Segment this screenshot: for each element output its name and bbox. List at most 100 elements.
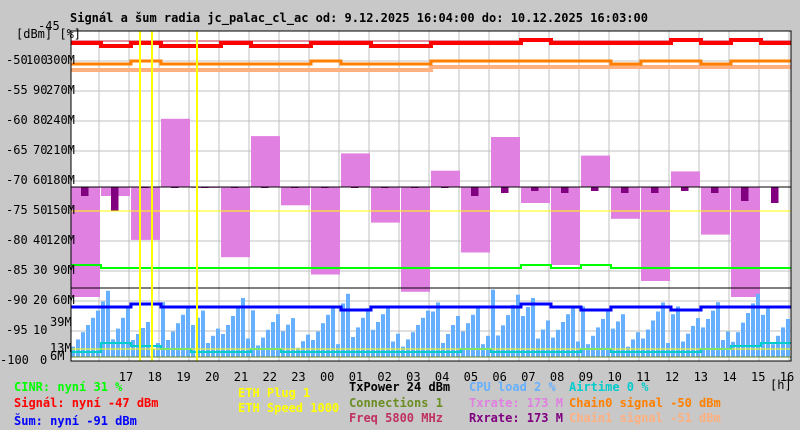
cpu-load-bar xyxy=(656,311,660,357)
cpu-load-bar xyxy=(261,337,265,357)
y-tick-dbm: -55 xyxy=(6,83,28,97)
cpu-load-bar xyxy=(521,316,525,357)
cpu-load-bar xyxy=(326,314,330,357)
rxrate-bar xyxy=(711,187,719,193)
y-tick-rate: 240M xyxy=(46,113,75,127)
y-tick-dbm: -90 xyxy=(6,293,28,307)
txrate-bar xyxy=(671,171,700,187)
legend-chain1: Chain1 signal -51 dBm xyxy=(569,411,721,425)
legend-airtime: Airtime 0 % xyxy=(569,380,649,394)
cpu-load-bar xyxy=(221,334,225,357)
x-tick-label: 15 xyxy=(751,370,765,384)
legend-txpower: TxPower 24 dBm xyxy=(349,380,451,394)
legend-connections: Connections 1 xyxy=(349,396,443,410)
rxrate-bar xyxy=(471,187,479,196)
rxrate-bar xyxy=(561,187,569,193)
y-tick-dbm: -60 xyxy=(6,113,28,127)
cpu-load-bar xyxy=(746,313,750,357)
cpu-load-bar xyxy=(76,339,80,357)
cpu-load-bar xyxy=(106,290,110,357)
txrate-bar xyxy=(371,187,400,223)
cpu-load-bar xyxy=(351,337,355,357)
cpu-load-bar xyxy=(776,335,780,357)
legend-cpu: CPU load 2 % xyxy=(469,380,556,394)
cpu-load-bar xyxy=(441,343,445,357)
x-tick-label: 14 xyxy=(722,370,736,384)
y-tick-dbm: -65 xyxy=(6,143,28,157)
cpu-load-bar xyxy=(631,339,635,357)
cpu-load-bar xyxy=(426,310,430,357)
cpu-load-bar xyxy=(486,335,490,357)
cpu-load-bar xyxy=(706,319,710,357)
cpu-load-bar xyxy=(496,335,500,357)
cpu-load-bar xyxy=(256,345,260,357)
legend-txrate: Txrate: 173 M xyxy=(469,396,563,410)
cpu-load-bar xyxy=(146,322,150,357)
cpu-load-bar xyxy=(641,338,645,357)
y-tick-pct: 20 xyxy=(33,293,48,307)
y-tick-dbm: -85 xyxy=(6,263,28,277)
cpu-load-bar xyxy=(686,333,690,357)
cpu-load-bar xyxy=(466,323,470,357)
cpu-load-bar xyxy=(141,328,145,357)
x-tick-label: 13 xyxy=(694,370,708,384)
y-tick-rate: 300M xyxy=(46,53,75,67)
rate-label-39m: 39M xyxy=(50,315,72,329)
cpu-load-bar xyxy=(761,314,765,357)
legend-signal: Signál: nyní -47 dBm xyxy=(14,396,159,410)
cpu-load-bar xyxy=(516,294,520,357)
cpu-load-bar xyxy=(461,331,465,357)
chart-root: Signál a šum radia jc_palac_cl_ac od: 9.… xyxy=(0,0,800,430)
cpu-load-bar xyxy=(336,344,340,357)
y-tick-dbm: -75 xyxy=(6,203,28,217)
x-tick-label: 23 xyxy=(291,370,305,384)
y-tick-rate: 120M xyxy=(46,233,75,247)
cpu-load-bar xyxy=(621,314,625,357)
y-tick-rate: 270M xyxy=(46,83,75,97)
cpu-load-bar xyxy=(531,298,535,357)
txrate-bar xyxy=(401,187,430,292)
cpu-load-bar xyxy=(316,331,320,357)
rxrate-bar xyxy=(591,187,599,191)
cpu-load-bar xyxy=(756,293,760,357)
txrate-bar xyxy=(431,170,460,187)
rxrate-bar xyxy=(681,187,689,191)
x-tick-label: 00 xyxy=(320,370,334,384)
cpu-load-bar xyxy=(671,314,675,357)
cpu-load-bar xyxy=(601,319,605,357)
txrate-bar xyxy=(731,187,760,297)
cpu-load-bar xyxy=(771,344,775,357)
txrate-bar xyxy=(311,187,340,275)
cpu-load-bar xyxy=(201,310,205,357)
rxrate-bar xyxy=(501,187,509,193)
y-tick-rate: 150M xyxy=(46,203,75,217)
y-tick-dbm: -45 xyxy=(38,19,60,33)
cpu-load-bar xyxy=(176,323,180,357)
cpu-load-bar xyxy=(306,334,310,357)
cpu-load-bar xyxy=(456,316,460,357)
cpu-load-bar xyxy=(396,333,400,357)
legend-eth-plug: ETH Plug 1 xyxy=(238,386,311,400)
rxrate-bar xyxy=(621,187,629,193)
x-tick-label: 19 xyxy=(176,370,190,384)
legend-cinr: CINR: nyní 31 % xyxy=(14,380,123,394)
cpu-load-bar xyxy=(366,308,370,357)
cpu-load-bar xyxy=(536,338,540,357)
cpu-load-bar xyxy=(171,331,175,357)
legend-freq: Freq 5800 MHz xyxy=(349,411,443,425)
cpu-load-bar xyxy=(271,322,275,357)
cpu-load-bar xyxy=(281,331,285,357)
x-tick-label: 21 xyxy=(234,370,248,384)
cpu-load-bar xyxy=(276,314,280,357)
cpu-load-bar xyxy=(231,316,235,357)
rxrate-bar xyxy=(531,187,539,191)
txrate-bar xyxy=(551,187,580,265)
cpu-load-bar xyxy=(666,343,670,357)
x-tick-label: 18 xyxy=(148,370,162,384)
cpu-load-bar xyxy=(491,289,495,357)
legend-chain0: Chain0 signal -50 dBm xyxy=(569,396,721,410)
y-tick-rate: 60M xyxy=(53,293,75,307)
x-axis-unit: [h] xyxy=(770,378,792,392)
rxrate-bar xyxy=(111,187,119,211)
y-tick-dbm: -95 xyxy=(6,323,28,337)
